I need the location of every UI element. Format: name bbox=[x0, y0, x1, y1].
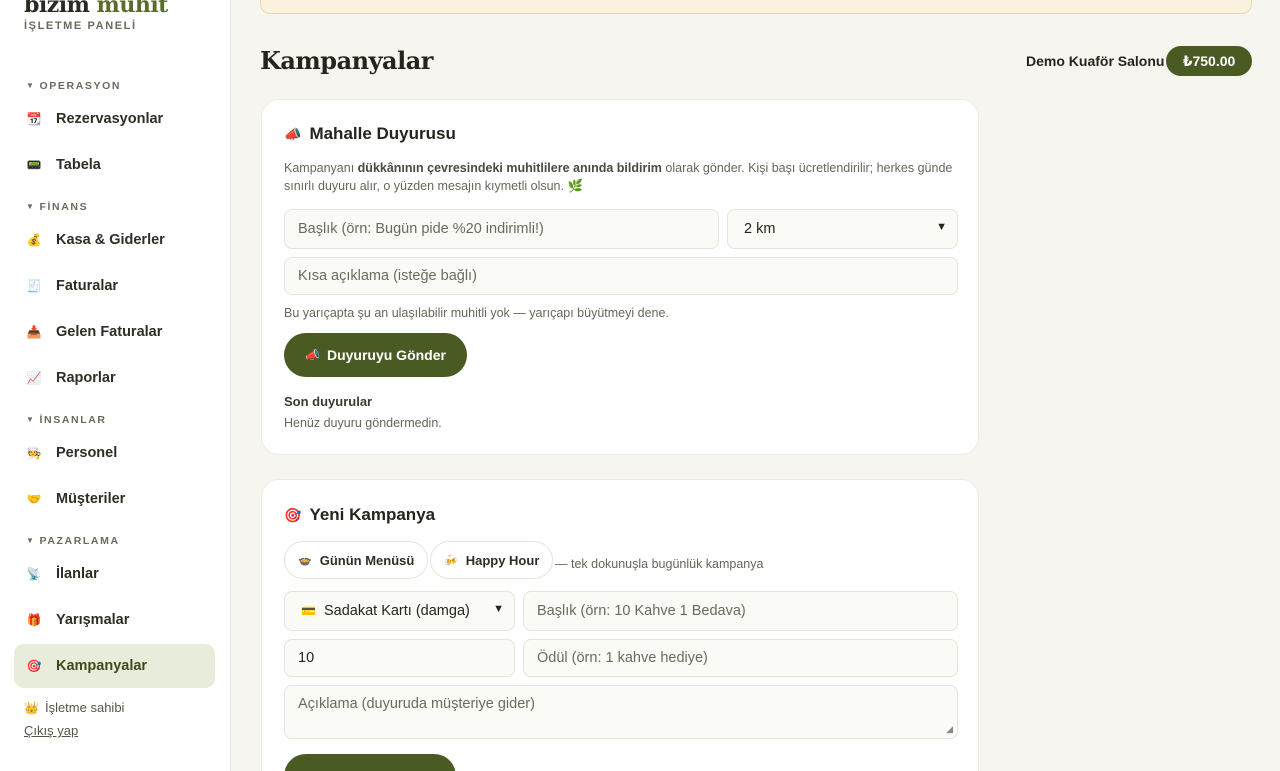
sidebar-item-label: Personel bbox=[56, 445, 118, 461]
staff-icon: 🧑‍🍳 bbox=[26, 446, 42, 460]
section-title: PAZARLAMA bbox=[39, 535, 120, 547]
campaign-desc-placeholder: Açıklama (duyuruda müşteriye gider) bbox=[298, 696, 535, 712]
megaphone-icon: 📣 bbox=[305, 348, 320, 362]
receipt-icon: 🧾 bbox=[26, 279, 42, 293]
pager-icon: 📟 bbox=[26, 158, 42, 172]
sidebar-item-ilanlar[interactable]: 📡 İlanlar bbox=[14, 552, 215, 596]
antenna-icon: 📡 bbox=[26, 567, 42, 581]
sidebar-item-label: Kampanyalar bbox=[56, 658, 148, 674]
campaign-type-value: Sadakat Kartı (damga) bbox=[323, 603, 470, 619]
sidebar: bizim muhit İŞLETME PANELİ ▼ OPERASYON 📆 R… bbox=[0, 0, 231, 771]
business-name: Demo Kuaför Salonu bbox=[1026, 53, 1165, 69]
section-pazarlama[interactable]: ▼ PAZARLAMA bbox=[26, 535, 120, 547]
brand-logo[interactable]: bizim muhit bbox=[24, 0, 168, 18]
section-finans[interactable]: ▼ FİNANS bbox=[26, 201, 88, 213]
radius-value: 2 km bbox=[744, 221, 776, 237]
balance-badge[interactable]: ₺750.00 bbox=[1166, 46, 1252, 76]
sidebar-item-musteriler[interactable]: 🤝 Müşteriler bbox=[14, 477, 215, 521]
owner-role-label: İşletme sahibi bbox=[44, 700, 125, 715]
crown-icon: 👑 bbox=[24, 700, 39, 715]
page-title: Kampanyalar bbox=[260, 46, 433, 75]
sidebar-item-label: Raporlar bbox=[56, 370, 116, 386]
target-icon: 🎯 bbox=[26, 659, 42, 673]
chip-label: Günün Menüsü bbox=[319, 552, 415, 568]
chip-note: — tek dokunuşla bugünlük kampanya bbox=[555, 557, 764, 571]
announcement-desc-input[interactable]: Kısa açıklama (isteğe bağlı) bbox=[284, 257, 958, 295]
radius-select[interactable]: 2 km ▼ bbox=[727, 209, 958, 249]
announcement-title: 📣 Mahalle Duyurusu bbox=[284, 124, 456, 144]
stamp-count-input[interactable]: 10 bbox=[284, 639, 515, 677]
chevron-down-icon: ▼ bbox=[493, 603, 504, 615]
recent-announcements-empty: Henüz duyuru göndermedin. bbox=[284, 416, 442, 430]
caret-down-icon: ▼ bbox=[26, 81, 36, 90]
sidebar-item-raporlar[interactable]: 📈 Raporlar bbox=[14, 356, 215, 400]
campaign-desc-textarea[interactable]: Açıklama (duyuruda müşteriye gider) ◢ bbox=[284, 685, 958, 739]
section-title: FİNANS bbox=[39, 201, 89, 213]
new-campaign-title: 🎯 Yeni Kampanya bbox=[284, 505, 435, 525]
desc-prefix: Kampanyanı bbox=[284, 161, 358, 175]
resize-handle-icon[interactable]: ◢ bbox=[946, 724, 953, 735]
announcement-description: Kampanyanı dükkânının çevresindeki muhit… bbox=[284, 159, 974, 195]
sidebar-item-label: Rezervasyonlar bbox=[56, 111, 164, 127]
money-bag-icon: 💰 bbox=[26, 233, 42, 247]
announcement-card: 📣 Mahalle Duyurusu Kampanyanı dükkânının … bbox=[261, 99, 979, 455]
brand-word-1: bizim bbox=[24, 0, 90, 18]
chip-happy-hour[interactable]: 🍻 Happy Hour bbox=[430, 541, 554, 579]
top-notice-banner bbox=[260, 0, 1252, 14]
sidebar-item-label: Gelen Faturalar bbox=[56, 324, 163, 340]
campaign-type-select[interactable]: 💳 Sadakat Kartı (damga) ▼ bbox=[284, 591, 515, 631]
sidebar-item-label: Yarışmalar bbox=[56, 612, 130, 628]
desc-bold: dükkânının çevresindeki muhitlilere anın… bbox=[357, 161, 662, 175]
section-insanlar[interactable]: ▼ İNSANLAR bbox=[26, 414, 107, 426]
sidebar-item-kasa[interactable]: 💰 Kasa & Giderler bbox=[14, 218, 215, 262]
target-icon: 🎯 bbox=[284, 506, 302, 523]
recent-announcements-heading: Son duyurular bbox=[284, 394, 373, 409]
radius-hint: Bu yarıçapta şu an ulaşılabilir muhitli … bbox=[284, 306, 669, 320]
bowl-icon: 🍲 bbox=[298, 554, 312, 567]
caret-down-icon: ▼ bbox=[26, 415, 36, 424]
new-campaign-title-text: Yeni Kampanya bbox=[309, 505, 436, 524]
card-icon: 💳 bbox=[301, 604, 316, 618]
handshake-icon: 🤝 bbox=[26, 492, 42, 506]
section-title: İNSANLAR bbox=[39, 414, 107, 426]
send-announcement-button[interactable]: 📣 Duyuruyu Gönder bbox=[284, 333, 467, 377]
section-title: OPERASYON bbox=[39, 80, 122, 92]
announcement-title-input[interactable]: Başlık (örn: Bugün pide %20 indirimli!) bbox=[284, 209, 719, 249]
inbox-icon: 📥 bbox=[26, 325, 42, 339]
brand-subtitle: İŞLETME PANELİ bbox=[24, 20, 137, 32]
sidebar-item-personel[interactable]: 🧑‍🍳 Personel bbox=[14, 431, 215, 475]
sidebar-item-label: Faturalar bbox=[56, 278, 119, 294]
sidebar-item-label: Kasa & Giderler bbox=[56, 232, 165, 248]
caret-down-icon: ▼ bbox=[26, 536, 36, 545]
chip-gunun-menusu[interactable]: 🍲 Günün Menüsü bbox=[284, 541, 429, 579]
sidebar-item-label: Tabela bbox=[56, 157, 101, 173]
campaign-title-input[interactable]: Başlık (örn: 10 Kahve 1 Bedava) bbox=[523, 591, 958, 631]
send-announcement-label: Duyuruyu Gönder bbox=[326, 347, 446, 363]
sidebar-item-yarismalar[interactable]: 🎁 Yarışmalar bbox=[14, 598, 215, 642]
sidebar-item-gelen-faturalar[interactable]: 📥 Gelen Faturalar bbox=[14, 310, 215, 354]
calendar-icon: 📆 bbox=[26, 112, 42, 126]
caret-down-icon: ▼ bbox=[26, 202, 36, 211]
megaphone-icon: 📣 bbox=[284, 125, 302, 142]
sidebar-item-rezervasyonlar[interactable]: 📆 Rezervasyonlar bbox=[14, 97, 215, 141]
section-operasyon[interactable]: ▼ OPERASYON bbox=[26, 80, 121, 92]
chevron-down-icon: ▼ bbox=[936, 221, 947, 233]
gift-icon: 🎁 bbox=[26, 613, 42, 627]
new-campaign-card: 🎯 Yeni Kampanya 🍲 Günün Menüsü 🍻 Happy Hour… bbox=[261, 479, 979, 771]
chart-up-icon: 📈 bbox=[26, 371, 42, 385]
reward-input[interactable]: Ödül (örn: 1 kahve hediye) bbox=[523, 639, 958, 677]
announcement-title-text: Mahalle Duyurusu bbox=[309, 124, 456, 143]
brand-word-2: muhit bbox=[96, 0, 169, 18]
logout-link[interactable]: Çıkış yap bbox=[24, 723, 78, 738]
start-campaign-button[interactable]: Kampanyayı Başlat bbox=[284, 754, 457, 771]
sidebar-item-label: Müşteriler bbox=[56, 491, 126, 507]
sidebar-item-kampanyalar[interactable]: 🎯 Kampanyalar bbox=[14, 644, 215, 688]
chip-label: Happy Hour bbox=[465, 552, 540, 568]
beer-icon: 🍻 bbox=[444, 554, 458, 567]
owner-role: 👑 İşletme sahibi bbox=[24, 700, 124, 715]
sidebar-item-faturalar[interactable]: 🧾 Faturalar bbox=[14, 264, 215, 308]
sidebar-item-label: İlanlar bbox=[56, 566, 99, 582]
sidebar-item-tabela[interactable]: 📟 Tabela bbox=[14, 143, 215, 187]
